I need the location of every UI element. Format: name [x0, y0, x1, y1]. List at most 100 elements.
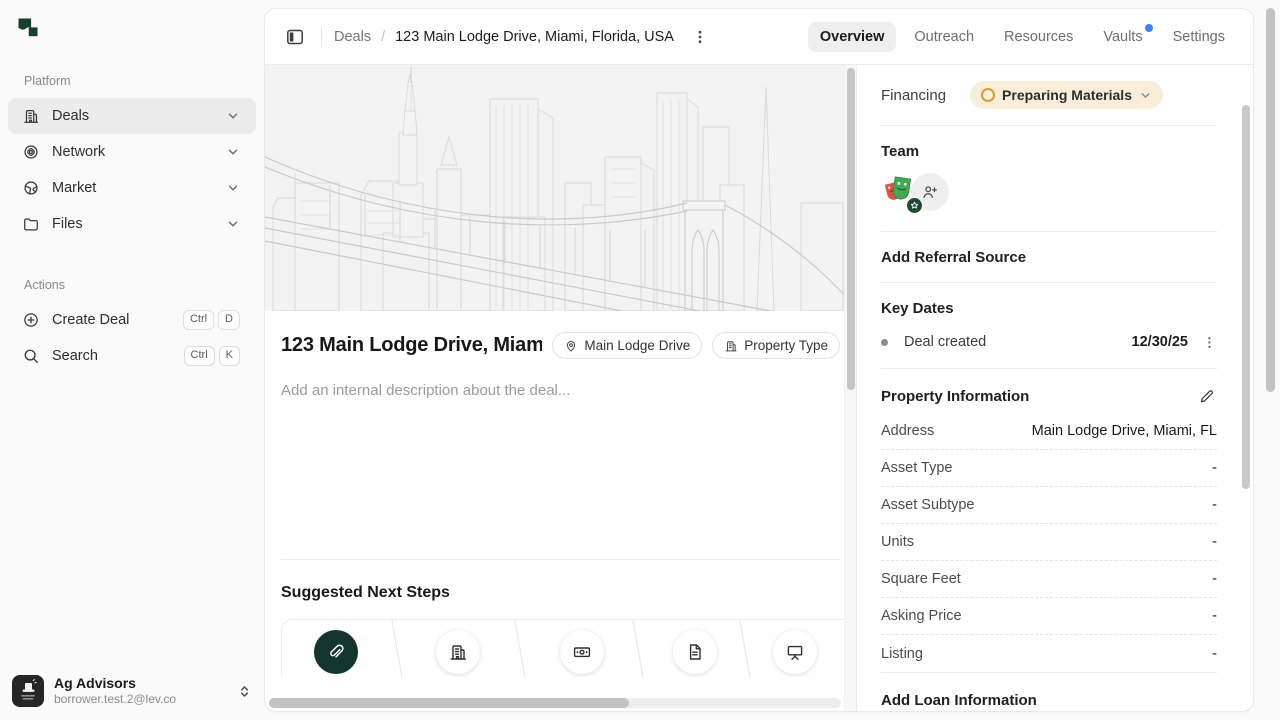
- key-date-value: 12/30/25: [1132, 334, 1188, 350]
- loan-title: Add Loan Information: [881, 692, 1037, 709]
- folder-icon: [22, 215, 40, 233]
- main-scrollbar-track[interactable]: [844, 65, 856, 712]
- deal-page-card: Deals / 123 Main Lodge Drive, Miami, Flo…: [264, 8, 1254, 712]
- skyline-illustration: [265, 65, 856, 311]
- key-date-row: Deal created 12/30/25: [881, 334, 1217, 350]
- tag-property-type[interactable]: Property Type: [712, 332, 840, 359]
- tab-resources[interactable]: Resources: [992, 22, 1085, 52]
- kbd-key: K: [219, 346, 240, 365]
- kebab-menu-icon[interactable]: [688, 25, 712, 49]
- building-icon: [724, 339, 738, 353]
- search-action[interactable]: Search Ctrl K: [8, 338, 256, 374]
- sidebar-item-deals[interactable]: Deals: [8, 98, 256, 134]
- financing-label: Financing: [881, 87, 946, 104]
- financing-section: Financing Preparing Materials: [881, 65, 1217, 126]
- app-logo-icon: [16, 16, 40, 40]
- steps-scrollbar-track[interactable]: [269, 698, 841, 708]
- step-attach-documents[interactable]: [314, 630, 358, 674]
- tab-settings[interactable]: Settings: [1161, 22, 1237, 52]
- team-member-avatar[interactable]: [881, 173, 919, 211]
- paperclip-icon: [326, 642, 346, 662]
- key-date-label: Deal created: [904, 334, 1132, 350]
- owner-badge-icon: [906, 197, 923, 214]
- deal-title: 123 Main Lodge Drive, Miami, Florida, US…: [281, 334, 542, 357]
- create-deal-action[interactable]: Create Deal Ctrl D: [8, 302, 256, 338]
- add-referral-source[interactable]: Add Referral Source: [881, 232, 1217, 283]
- location-pin-icon: [564, 339, 578, 353]
- sidebar-item-market[interactable]: Market: [8, 170, 256, 206]
- breadcrumb-deals-link[interactable]: Deals: [334, 29, 371, 45]
- add-loan-information[interactable]: Add Loan Information: [881, 673, 1217, 712]
- kebab-menu-icon[interactable]: [1202, 335, 1217, 350]
- property-info-section: Property Information Address Main Lodge …: [881, 369, 1217, 673]
- edit-pencil-icon[interactable]: [1196, 386, 1217, 407]
- main-scrollbar-thumb[interactable]: [847, 68, 855, 390]
- section-divider: [281, 559, 840, 560]
- deal-tabs: Overview Outreach Resources Vaults Setti…: [808, 22, 1237, 52]
- presentation-icon: [785, 642, 805, 662]
- tag-street[interactable]: Main Lodge Drive: [552, 332, 702, 359]
- tab-vaults[interactable]: Vaults: [1091, 22, 1154, 52]
- step-separator: [513, 619, 528, 677]
- key-dates-section: Key Dates Deal created 12/30/25: [881, 283, 1217, 369]
- chevrons-up-down-icon: [237, 684, 252, 699]
- sidebar-toggle-button[interactable]: [281, 23, 309, 51]
- sidebar-item-files[interactable]: Files: [8, 206, 256, 242]
- sidebar-item-network[interactable]: Network: [8, 134, 256, 170]
- person-plus-icon: [921, 183, 939, 201]
- tag-label: Main Lodge Drive: [584, 338, 690, 353]
- step-review-documents[interactable]: [673, 630, 717, 674]
- tab-overview[interactable]: Overview: [808, 22, 897, 52]
- chevron-down-icon: [1139, 89, 1152, 102]
- user-email: borrower.test.2@lev.co: [54, 692, 227, 708]
- next-steps-row: [281, 619, 857, 677]
- step-loan-request[interactable]: [560, 630, 604, 674]
- plus-circle-icon: [22, 311, 40, 329]
- shortcut-keys: Ctrl K: [184, 346, 240, 365]
- sidebar-item-label: Files: [52, 216, 214, 232]
- search-icon: [22, 347, 40, 365]
- financing-status-value: Preparing Materials: [1002, 87, 1132, 103]
- deal-overview-main: 123 Main Lodge Drive, Miami, Florida, US…: [265, 65, 857, 712]
- property-row-asset-type: Asset Type -: [881, 450, 1217, 487]
- next-steps-title: Suggested Next Steps: [281, 584, 840, 602]
- kbd-key: Ctrl: [184, 346, 215, 365]
- property-row-address: Address Main Lodge Drive, Miami, FL: [881, 413, 1217, 450]
- building-icon: [448, 642, 468, 662]
- notification-dot: [1145, 24, 1153, 32]
- page-scrollbar-thumb[interactable]: [1266, 8, 1275, 392]
- document-icon: [685, 642, 705, 662]
- status-ring-icon: [981, 88, 995, 102]
- user-avatar: [12, 675, 44, 707]
- property-row-asking-price: Asking Price -: [881, 598, 1217, 635]
- sidebar-item-label: Network: [52, 144, 214, 160]
- kbd-key: D: [218, 310, 240, 329]
- step-separator: [390, 619, 405, 677]
- network-icon: [22, 143, 40, 161]
- step-share-materials[interactable]: [773, 630, 817, 674]
- property-row-units: Units -: [881, 524, 1217, 561]
- steps-scrollbar-thumb[interactable]: [269, 698, 629, 708]
- description-area[interactable]: [281, 399, 840, 559]
- step-separator: [631, 619, 646, 677]
- financing-status-dropdown[interactable]: Preparing Materials: [970, 81, 1163, 109]
- sidebar-item-label: Market: [52, 180, 214, 196]
- step-separator: [738, 619, 753, 677]
- breadcrumb-separator: /: [381, 29, 385, 45]
- tag-label: Property Type: [744, 338, 828, 353]
- description-placeholder[interactable]: Add an internal description about the de…: [281, 382, 840, 399]
- team-section: Team: [881, 126, 1217, 232]
- user-menu[interactable]: Ag Advisors borrower.test.2@lev.co: [12, 675, 252, 708]
- action-label: Search: [52, 348, 172, 364]
- user-name: Ag Advisors: [54, 675, 227, 693]
- step-property-details[interactable]: [436, 630, 480, 674]
- header-divider: [321, 27, 322, 47]
- breadcrumb: Deals / 123 Main Lodge Drive, Miami, Flo…: [334, 29, 674, 45]
- referral-title: Add Referral Source: [881, 249, 1026, 266]
- tab-outreach[interactable]: Outreach: [902, 22, 986, 52]
- card-header: Deals / 123 Main Lodge Drive, Miami, Flo…: [265, 9, 1253, 65]
- property-row-listing: Listing -: [881, 635, 1217, 672]
- globe-icon: [22, 179, 40, 197]
- panel-scrollbar-thumb[interactable]: [1242, 105, 1250, 489]
- chevron-down-icon: [226, 145, 240, 159]
